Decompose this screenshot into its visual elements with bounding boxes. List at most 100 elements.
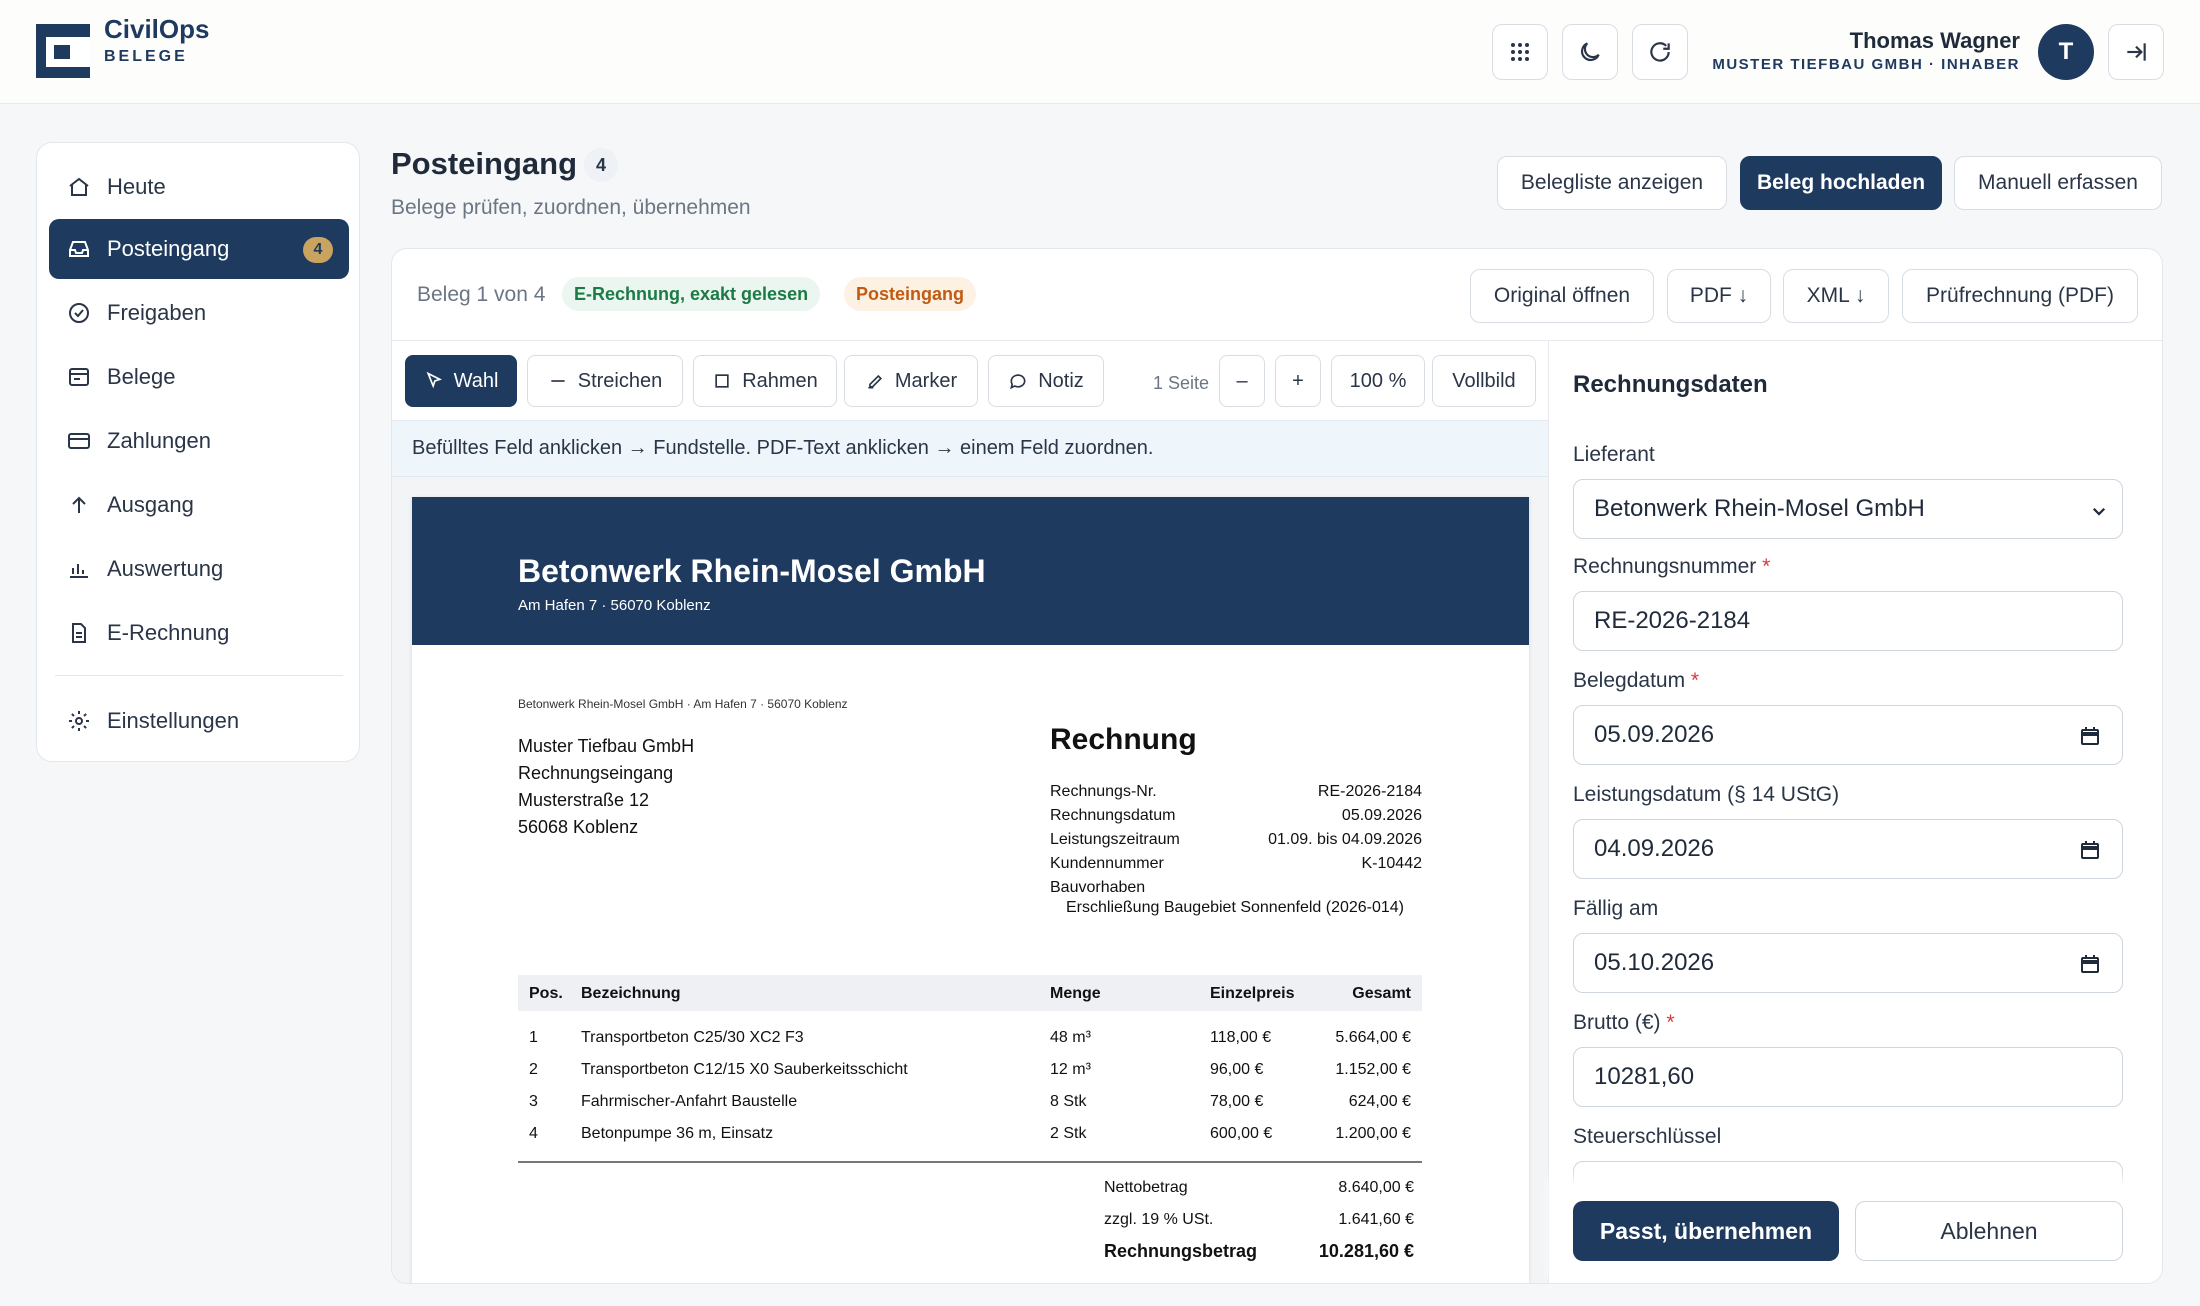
sender-line[interactable]: Betonwerk Rhein-Mosel GmbH · Am Hafen 7 … <box>518 697 848 711</box>
open-original-button[interactable]: Original öffnen <box>1470 269 1654 323</box>
item-pos[interactable]: 4 <box>529 1125 538 1143</box>
meta-key[interactable]: Kundennummer <box>1050 855 1164 873</box>
total-key[interactable]: Rechnungsbetrag <box>1104 1241 1257 1262</box>
sidebar-item-freigaben[interactable]: Freigaben <box>49 283 349 343</box>
frame-tool-button[interactable]: Rahmen <box>693 355 837 407</box>
sidebar-item-label: Ausgang <box>107 492 194 517</box>
calendar-icon[interactable] <box>2078 838 2102 862</box>
invoice-page[interactable]: Betonwerk Rhein-Mosel GmbH Am Hafen 7 · … <box>412 497 1529 1283</box>
construction-project[interactable]: Erschließung Baugebiet Sonnenfeld (2026-… <box>1066 899 1404 917</box>
reject-button[interactable]: Ablehnen <box>1855 1201 2123 1261</box>
refresh-button[interactable] <box>1632 24 1688 80</box>
calendar-icon[interactable] <box>2078 952 2102 976</box>
pdf-download-button[interactable]: PDF ↓ <box>1667 269 1771 323</box>
meta-value[interactable]: 01.09. bis 04.09.2026 <box>1268 831 1422 849</box>
sidebar-item-belege[interactable]: Belege <box>49 347 349 407</box>
xml-download-button[interactable]: XML ↓ <box>1783 269 1889 323</box>
sidebar-item-posteingang[interactable]: Posteingang 4 <box>49 219 349 279</box>
sidebar-item-e-rechnung[interactable]: E-Rechnung <box>49 603 349 663</box>
item-pos[interactable]: 3 <box>529 1093 538 1111</box>
total-key[interactable]: zzgl. 19 % USt. <box>1104 1211 1213 1229</box>
moon-icon <box>1580 42 1600 62</box>
item-total[interactable]: 1.200,00 € <box>1335 1125 1411 1143</box>
item-quantity[interactable]: 48 m³ <box>1050 1029 1091 1047</box>
supplier-select[interactable]: Betonwerk Rhein-Mosel GmbH <box>1573 479 2123 539</box>
item-quantity[interactable]: 2 Stk <box>1050 1125 1086 1143</box>
item-description[interactable]: Betonpumpe 36 m, Einsatz <box>581 1125 773 1143</box>
calendar-icon[interactable] <box>2078 724 2102 748</box>
supplier-address[interactable]: Am Hafen 7 · 56070 Koblenz <box>518 597 711 614</box>
zoom-in-button[interactable]: + <box>1275 355 1321 407</box>
total-value[interactable]: 10.281,60 € <box>1319 1241 1414 1262</box>
total-key[interactable]: Nettobetrag <box>1104 1179 1188 1197</box>
invoice-title[interactable]: Rechnung <box>1050 723 1197 757</box>
select-tool-button[interactable]: Wahl <box>405 355 517 407</box>
sidebar-item-label: Heute <box>107 174 166 199</box>
item-unit-price[interactable]: 96,00 € <box>1210 1061 1263 1079</box>
recipient-line[interactable]: Musterstraße 12 <box>518 787 694 814</box>
document-viewer[interactable]: Betonwerk Rhein-Mosel GmbH Am Hafen 7 · … <box>392 477 1548 1283</box>
accept-button[interactable]: Passt, übernehmen <box>1573 1201 1839 1261</box>
meta-key[interactable]: Bauvorhaben <box>1050 879 1145 897</box>
fullscreen-button[interactable]: Vollbild <box>1432 355 1536 407</box>
meta-value[interactable]: RE-2026-2184 <box>1318 783 1422 801</box>
app-name: CivilOps <box>104 14 210 44</box>
logout-button[interactable] <box>2108 24 2164 80</box>
sidebar-item-label: Zahlungen <box>107 428 211 453</box>
item-unit-price[interactable]: 118,00 € <box>1210 1029 1271 1047</box>
item-description[interactable]: Fahrmischer-Anfahrt Baustelle <box>581 1093 797 1111</box>
table-row: 1 Transportbeton C25/30 XC2 F3 48 m³ 118… <box>518 1025 1422 1055</box>
show-receipt-list-button[interactable]: Belegliste anzeigen <box>1497 156 1727 210</box>
item-total[interactable]: 5.664,00 € <box>1335 1029 1411 1047</box>
total-value[interactable]: 1.641,60 € <box>1338 1211 1414 1229</box>
total-value[interactable]: 8.640,00 € <box>1338 1179 1414 1197</box>
invoice-number-field[interactable]: RE-2026-2184 <box>1573 591 2123 651</box>
sidebar-item-heute[interactable]: Heute <box>49 157 349 217</box>
test-invoice-pdf-button[interactable]: Prüfrechnung (PDF) <box>1902 269 2138 323</box>
item-pos[interactable]: 2 <box>529 1061 538 1079</box>
meta-value[interactable]: 05.09.2026 <box>1342 807 1422 825</box>
marker-tool-button[interactable]: Marker <box>844 355 978 407</box>
sidebar-item-ausgang[interactable]: Ausgang <box>49 475 349 535</box>
column-header: Gesamt <box>1352 985 1411 1002</box>
sidebar-item-auswertung[interactable]: Auswertung <box>49 539 349 599</box>
item-quantity[interactable]: 8 Stk <box>1050 1093 1086 1111</box>
table-divider <box>518 1161 1422 1163</box>
gross-amount-field[interactable]: 10281,60 <box>1573 1047 2123 1107</box>
recipient-line[interactable]: Muster Tiefbau GmbH <box>518 733 694 760</box>
item-pos[interactable]: 1 <box>529 1029 538 1047</box>
item-description[interactable]: Transportbeton C25/30 XC2 F3 <box>581 1029 804 1047</box>
zoom-level[interactable]: 100 % <box>1331 355 1425 407</box>
meta-key[interactable]: Rechnungsdatum <box>1050 807 1175 825</box>
item-unit-price[interactable]: 600,00 € <box>1210 1125 1272 1143</box>
sidebar-item-zahlungen[interactable]: Zahlungen <box>49 411 349 471</box>
recipient-line[interactable]: Rechnungseingang <box>518 760 694 787</box>
service-date-field[interactable]: 04.09.2026 <box>1573 819 2123 879</box>
page-count: 1 Seite <box>1153 373 1210 393</box>
meta-key[interactable]: Leistungszeitraum <box>1050 831 1180 849</box>
sidebar-item-einstellungen[interactable]: Einstellungen <box>49 691 349 751</box>
strike-tool-button[interactable]: Streichen <box>527 355 683 407</box>
recipient-line[interactable]: 56068 Koblenz <box>518 814 694 841</box>
avatar[interactable]: T <box>2038 24 2094 80</box>
apps-grid-button[interactable] <box>1492 24 1548 80</box>
zoom-out-button[interactable]: – <box>1219 355 1265 407</box>
meta-key[interactable]: Rechnungs-Nr. <box>1050 783 1157 801</box>
item-description[interactable]: Transportbeton C12/15 X0 Sauberkeitsschi… <box>581 1061 908 1079</box>
item-total[interactable]: 1.152,00 € <box>1335 1061 1411 1079</box>
gear-icon <box>65 707 93 735</box>
meta-value[interactable]: K-10442 <box>1362 855 1423 873</box>
dark-mode-button[interactable] <box>1562 24 1618 80</box>
item-unit-price[interactable]: 78,00 € <box>1210 1093 1263 1111</box>
receipt-date-field[interactable]: 05.09.2026 <box>1573 705 2123 765</box>
upload-receipt-button[interactable]: Beleg hochladen <box>1740 156 1942 210</box>
supplier-name[interactable]: Betonwerk Rhein-Mosel GmbH <box>518 553 986 590</box>
due-date-field[interactable]: 05.10.2026 <box>1573 933 2123 993</box>
manual-entry-button[interactable]: Manuell erfassen <box>1954 156 2162 210</box>
note-tool-button[interactable]: Notiz <box>988 355 1104 407</box>
sidebar-item-label: Einstellungen <box>107 708 240 733</box>
item-total[interactable]: 624,00 € <box>1349 1093 1411 1111</box>
check-circle-icon <box>65 299 93 327</box>
column-header: Bezeichnung <box>581 985 681 1002</box>
item-quantity[interactable]: 12 m³ <box>1050 1061 1091 1079</box>
